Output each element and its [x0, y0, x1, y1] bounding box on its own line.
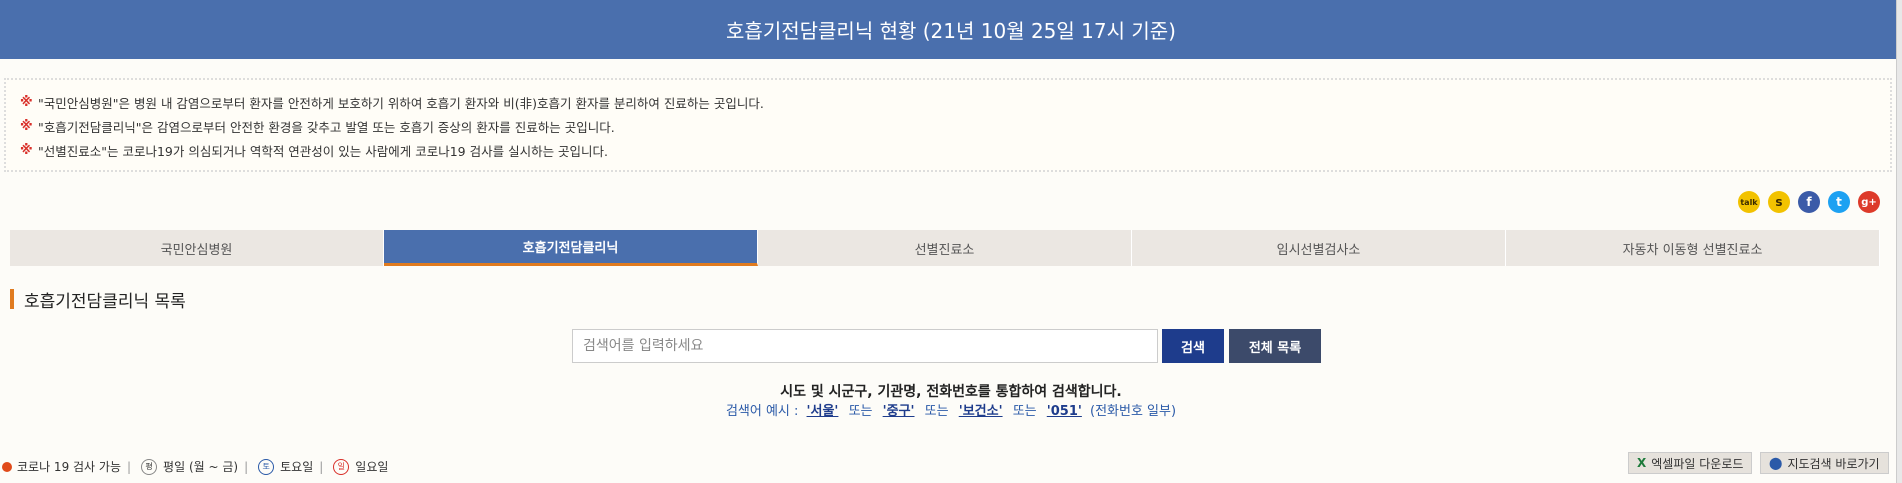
category-tabs: 국민안심병원 호흡기전담클리닉 선별진료소 임시선별검사소 자동차 이동형 선별… [10, 230, 1880, 266]
example-link-051[interactable]: '051' [1047, 404, 1082, 419]
legend-separator: | [319, 459, 324, 474]
tab-drive-thru-clinic[interactable]: 자동차 이동형 선별진료소 [1506, 230, 1880, 266]
example-or: 또는 [848, 404, 873, 419]
facebook-icon[interactable]: f [1798, 191, 1820, 213]
legend-label: 일요일 [355, 460, 389, 474]
excel-label: 엑셀파일 다운로드 [1651, 456, 1744, 471]
search-hint: 시도 및 시군구, 기관명, 전화번호를 통합하여 검색합니다. [780, 384, 1122, 400]
search-button[interactable]: 검색 [1162, 329, 1224, 363]
map-pin-icon: ⬤ [1769, 456, 1783, 470]
legend-label: 토요일 [280, 460, 314, 474]
notice-text: "국민안심병원"은 병원 내 감염으로부터 환자를 안전하게 보호하기 위하여 … [38, 95, 764, 111]
example-or: 또는 [924, 404, 949, 419]
legend-label: 평일 (월 ~ 금) [163, 460, 239, 474]
search-input[interactable] [572, 329, 1158, 363]
kakaostory-icon[interactable]: s [1768, 191, 1790, 213]
notice-mark-icon: ※ [20, 118, 33, 134]
share-buttons: talk s f t g+ [1738, 191, 1880, 213]
section-heading: 호흡기전담클리닉 목록 [10, 288, 186, 312]
legend-saturday: 토 토요일 [258, 458, 313, 475]
section-title: 호흡기전담클리닉 목록 [24, 291, 186, 312]
googleplus-icon[interactable]: g+ [1858, 191, 1880, 213]
legend-sunday: 일 일요일 [333, 458, 388, 475]
tab-screening-clinic[interactable]: 선별진료소 [758, 230, 1132, 266]
covid-test-icon [2, 461, 12, 472]
map-search-button[interactable]: ⬤ 지도검색 바로가기 [1760, 452, 1889, 474]
page-title: 호흡기전담클리닉 현황 (21년 10월 25일 17시 기준) [726, 19, 1176, 43]
excel-download-button[interactable]: X 엑셀파일 다운로드 [1628, 452, 1753, 474]
notice-mark-icon: ※ [20, 94, 33, 110]
notice-text: "호흡기전담클리닉"은 감염으로부터 안전한 환경을 갖추고 발열 또는 호흡기… [38, 119, 615, 135]
example-suffix: (전화번호 일부) [1090, 404, 1177, 419]
legend: 코로나 19 검사 가능 | 평 평일 (월 ~ 금) | 토 토요일 | 일 … [2, 458, 394, 475]
page-banner: 호흡기전담클리닉 현황 (21년 10월 25일 17시 기준) [0, 0, 1902, 59]
notice-text: "선별진료소"는 코로나19가 의심되거나 역학적 연관성이 있는 사람에게 코… [38, 143, 609, 159]
legend-label: 코로나 19 검사 가능 [17, 460, 121, 474]
notice-line: ※ "국민안심병원"은 병원 내 감염으로부터 환자를 안전하게 보호하기 위하… [20, 90, 1876, 114]
example-link-health-center[interactable]: '보건소' [959, 404, 1003, 419]
section-bar [10, 289, 14, 309]
sunday-icon: 일 [333, 458, 350, 475]
notice-line: ※ "호흡기전담클리닉"은 감염으로부터 안전한 환경을 갖추고 발열 또는 호… [20, 114, 1876, 138]
notice-box: ※ "국민안심병원"은 병원 내 감염으로부터 환자를 안전하게 보호하기 위하… [4, 78, 1892, 172]
map-label: 지도검색 바로가기 [1787, 456, 1880, 471]
twitter-icon[interactable]: t [1828, 191, 1850, 213]
notice-line: ※ "선별진료소"는 코로나19가 의심되거나 역학적 연관성이 있는 사람에게… [20, 138, 1876, 162]
legend-weekday: 평 평일 (월 ~ 금) [141, 458, 238, 475]
tab-respiratory-clinic[interactable]: 호흡기전담클리닉 [384, 230, 758, 266]
tab-national-safe-hospital[interactable]: 국민안심병원 [10, 230, 384, 266]
legend-separator: | [244, 459, 249, 474]
notice-mark-icon: ※ [20, 142, 33, 158]
tab-temporary-testing-site[interactable]: 임시선별검사소 [1132, 230, 1506, 266]
saturday-icon: 토 [258, 458, 275, 475]
example-link-seoul[interactable]: '서울' [807, 404, 839, 419]
example-link-junggu[interactable]: '중구' [883, 404, 915, 419]
legend-separator: | [127, 459, 132, 474]
example-or: 또는 [1012, 404, 1037, 419]
kakaotalk-icon[interactable]: talk [1738, 191, 1760, 213]
search-examples: 검색어 예시 : '서울' 또는 '중구' 또는 '보건소' 또는 '051' … [0, 400, 1902, 419]
legend-covid-test: 코로나 19 검사 가능 [2, 458, 121, 475]
view-all-button[interactable]: 전체 목록 [1229, 329, 1321, 363]
example-prefix: 검색어 예시 : [725, 404, 799, 419]
excel-icon: X [1637, 456, 1647, 470]
weekday-icon: 평 [141, 458, 158, 475]
